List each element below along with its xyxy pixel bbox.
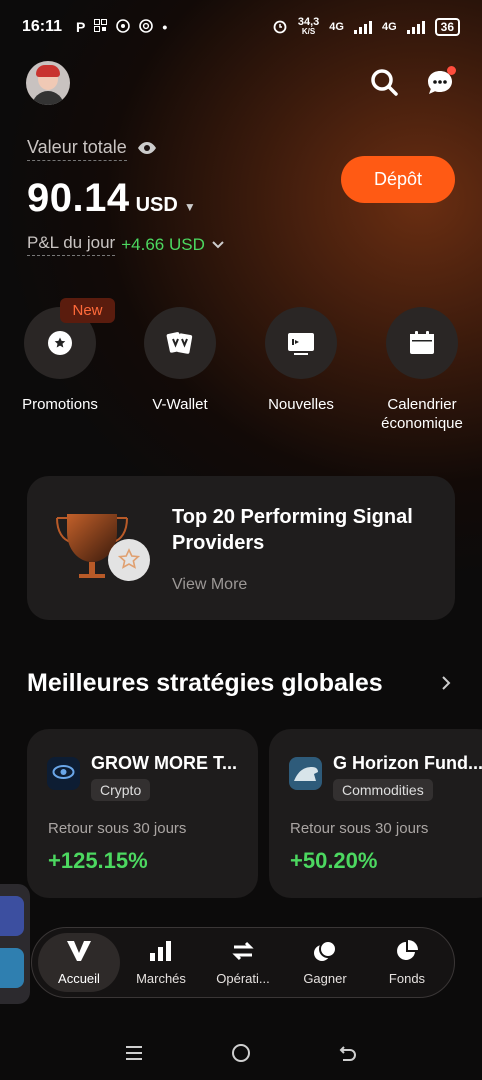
notification-dot [447, 66, 456, 75]
chat-icon[interactable] [424, 66, 456, 98]
quick-action-calendar[interactable]: Calendrier économique [362, 307, 482, 433]
deposit-button[interactable]: Dépôt [341, 156, 455, 203]
dot-indicator: • [162, 19, 168, 35]
strategy-card[interactable]: GROW MORE T... Crypto Retour sous 30 jou… [27, 729, 258, 898]
strategy-tag: Commodities [333, 779, 433, 801]
network-4g-1: 4G [329, 21, 344, 33]
chevron-down-icon[interactable] [211, 235, 225, 255]
pie-chart-icon [395, 939, 419, 965]
return-label: Retour sous 30 jours [48, 820, 187, 837]
banner-title: Top 20 Performing Signal Providers [172, 506, 413, 554]
qr-icon [94, 19, 108, 35]
recents-icon[interactable] [124, 1043, 144, 1068]
strategy-card[interactable]: G Horizon Fund... Commodities Retour sou… [269, 729, 482, 898]
strategy-tag: Crypto [91, 779, 151, 801]
return-value: +125.15% [48, 848, 148, 873]
total-value-label: Valeur totale [27, 137, 157, 161]
v-logo-icon [66, 940, 92, 965]
balance: 90.14 USD ▼ [27, 176, 196, 221]
tab-earn[interactable]: Gagner [284, 933, 366, 992]
search-icon[interactable] [368, 66, 400, 98]
tab-markets[interactable]: Marchés [120, 933, 202, 992]
floating-button-1[interactable] [0, 896, 24, 936]
tab-operations[interactable]: Opérati... [202, 933, 284, 992]
quick-action-label: Nouvelles [268, 396, 334, 413]
strategy-name: GROW MORE T... [91, 753, 237, 773]
calendar-icon [386, 307, 458, 379]
home-icon[interactable] [231, 1043, 251, 1068]
new-badge: New [60, 298, 115, 323]
net-speed: 34,3 K/S [297, 16, 320, 37]
chevron-right-icon[interactable] [440, 672, 452, 698]
quick-action-news[interactable]: Nouvelles [241, 307, 361, 414]
signal-icon-2 [406, 20, 425, 34]
pnl-label: P&L du jour [27, 233, 116, 256]
trophy-icon [55, 512, 155, 591]
g-horizon-logo-icon [289, 757, 322, 790]
bottom-tab-bar: Accueil Marchés Opérati... Gagner Fonds [31, 927, 455, 998]
system-nav-bar [0, 1030, 482, 1080]
p-app-icon: P [76, 19, 86, 35]
quick-action-label: Calendrier économique [381, 396, 463, 432]
whatsapp-icon [116, 18, 131, 36]
signal-icon [353, 20, 372, 34]
quick-action-v-wallet[interactable]: V-Wallet [120, 307, 240, 414]
news-icon [265, 307, 337, 379]
alarm-icon [272, 18, 288, 37]
status-bar: 16:11 P • 34,3 K/S 4G 4G 36 [0, 0, 482, 54]
chrome-icon [139, 18, 154, 36]
bar-chart-icon [149, 940, 173, 965]
status-app-icons: P • [76, 18, 168, 36]
signal-providers-banner[interactable]: Top 20 Performing Signal Providers View … [27, 476, 455, 620]
floating-widget[interactable] [0, 884, 30, 1004]
balance-currency[interactable]: USD [136, 194, 178, 217]
grow-more-logo-icon [47, 757, 80, 790]
battery-indicator: 36 [434, 18, 460, 36]
tab-home[interactable]: Accueil [38, 933, 120, 992]
strategy-name: G Horizon Fund... [333, 753, 482, 773]
quick-action-label: Promotions [22, 396, 98, 413]
daily-pnl[interactable]: P&L du jour +4.66 USD [27, 233, 225, 256]
return-label: Retour sous 30 jours [290, 820, 429, 837]
quick-action-label: V-Wallet [152, 396, 208, 413]
caret-down-icon[interactable]: ▼ [184, 200, 196, 214]
quick-action-promotions[interactable]: Promotions [0, 307, 120, 414]
back-icon[interactable] [338, 1043, 358, 1068]
avatar[interactable] [26, 61, 70, 105]
balance-value: 90.14 [27, 176, 130, 220]
section-title: Meilleures stratégies globales [27, 669, 383, 697]
wallet-cards-icon [144, 307, 216, 379]
swap-arrows-icon [230, 940, 256, 965]
return-value: +50.20% [290, 848, 378, 873]
coins-icon [313, 939, 337, 965]
eye-icon[interactable] [137, 139, 157, 160]
tab-funds[interactable]: Fonds [366, 933, 448, 992]
view-more-link[interactable]: View More [172, 576, 247, 594]
pnl-value: +4.66 USD [121, 234, 205, 254]
floating-button-2[interactable] [0, 948, 24, 988]
status-time: 16:11 [22, 18, 63, 35]
network-4g-2: 4G [381, 21, 397, 33]
